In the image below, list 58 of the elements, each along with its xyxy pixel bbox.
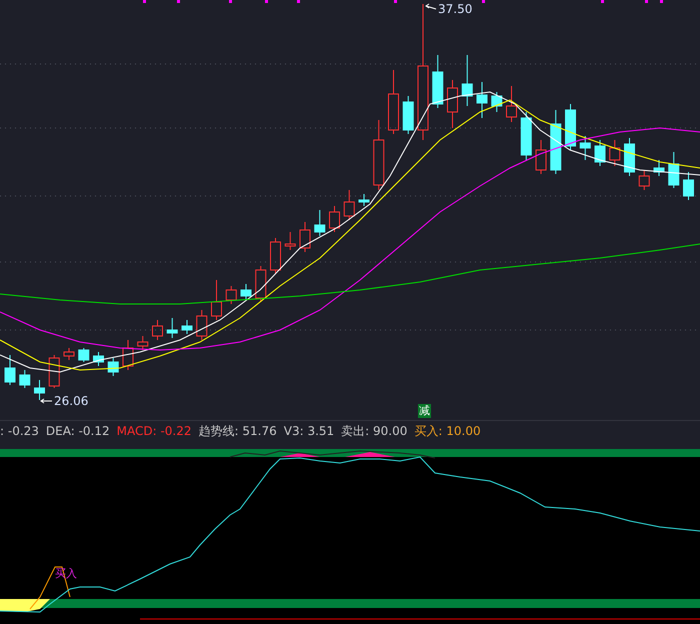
candlestick [270, 238, 281, 274]
candlestick [506, 86, 517, 122]
candlestick [137, 336, 148, 350]
low-price-label: 26.06 [54, 394, 88, 408]
candlestick [196, 310, 208, 340]
candlestick [34, 380, 45, 400]
candlestick [388, 70, 399, 134]
candlestick [491, 92, 502, 112]
candlestick [93, 352, 104, 366]
indicator-value: 卖出: 90.00 [341, 422, 408, 440]
candlestick [182, 320, 192, 334]
candlestick [565, 104, 576, 150]
candlestick [64, 348, 74, 360]
indicator-value: 买入: 10.00 [414, 422, 481, 440]
candlestick [520, 112, 532, 160]
candlestick [536, 140, 546, 174]
candlestick [594, 140, 606, 166]
indicator-value: 趋势线: 51.76 [198, 422, 277, 440]
candlestick [358, 194, 370, 206]
candlestick [78, 348, 90, 362]
candlestick [402, 96, 414, 134]
candlestick [240, 284, 252, 300]
candlestick [550, 110, 562, 174]
candlestick [624, 138, 635, 176]
high-price-label: 37.50 [438, 2, 472, 16]
candlestick [638, 170, 650, 190]
candlestick [314, 210, 326, 236]
candlestick [108, 358, 119, 376]
candlestick [284, 232, 296, 250]
indicator-value: DEA: -0.12 [46, 424, 110, 438]
leader-line [40, 398, 52, 404]
candlestick [48, 354, 60, 388]
candlestick [580, 136, 591, 160]
candlestick [447, 80, 458, 128]
candlestick [654, 160, 664, 176]
candlestick [300, 222, 310, 252]
candlestick [683, 172, 694, 200]
candlestick [211, 280, 222, 320]
candlestick [122, 340, 134, 370]
candlestick [166, 318, 178, 338]
candlestick [432, 54, 444, 108]
leader-line [425, 4, 436, 10]
candlestick [226, 286, 237, 304]
candlestick [609, 140, 620, 166]
indicator-value: MACD: -0.22 [116, 424, 192, 438]
candlestick [344, 190, 355, 220]
candlestick [152, 320, 163, 340]
candlestick [255, 266, 266, 302]
candlestick [373, 120, 384, 190]
signal-badge: 减 [418, 404, 431, 418]
candlestick [668, 152, 680, 188]
indicator-value: V3: 3.51 [284, 424, 334, 438]
indicator-value: : -0.23 [0, 424, 39, 438]
candlestick [4, 354, 16, 386]
candlestick [476, 82, 488, 118]
candlestick [462, 54, 473, 106]
candlestick [19, 370, 30, 388]
candlestick [329, 206, 340, 232]
